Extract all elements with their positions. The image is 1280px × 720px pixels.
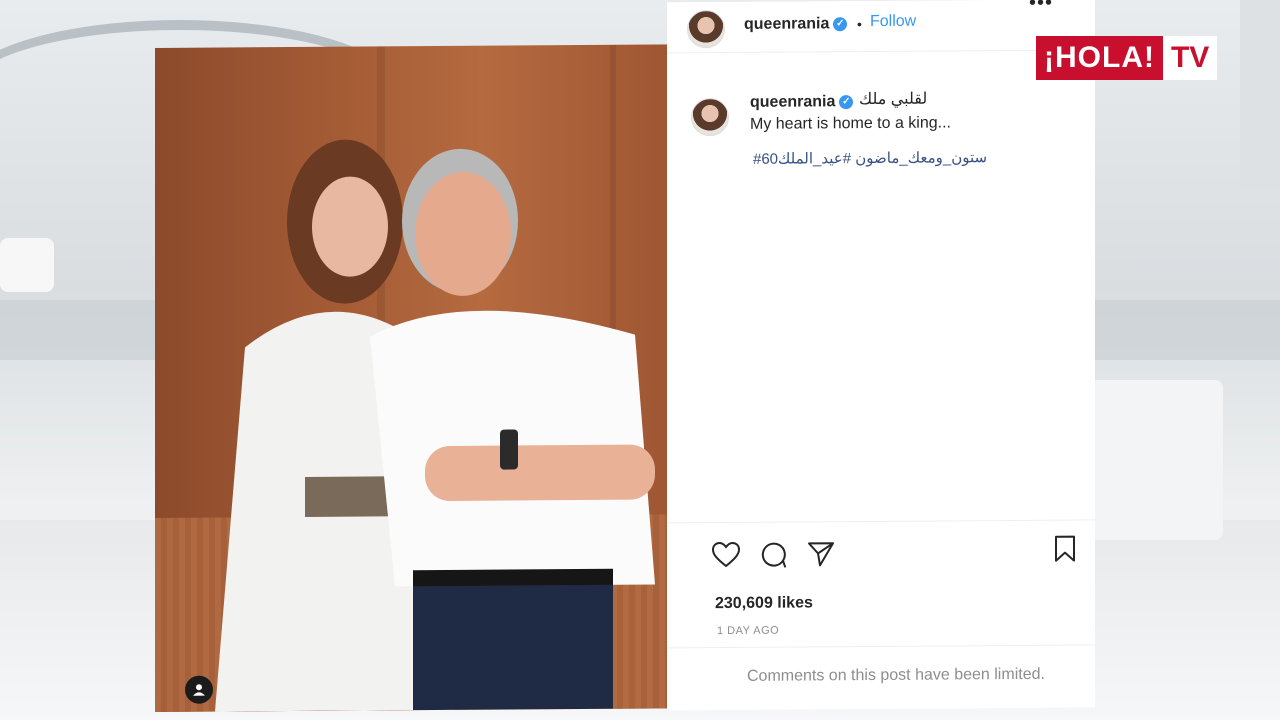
woman-face	[312, 176, 388, 277]
man-belt	[413, 568, 613, 587]
comments-limited-notice: Comments on this post have been limited.	[747, 665, 1045, 685]
photo-figures	[215, 139, 655, 712]
caption-english: My heart is home to a king...	[750, 114, 951, 133]
avatar[interactable]	[687, 10, 725, 49]
post-header: queenrania ✓ • Follow •••	[667, 0, 1095, 54]
user-icon[interactable]	[185, 675, 213, 704]
verified-badge-icon: ✓	[833, 16, 848, 32]
heart-icon[interactable]	[711, 541, 741, 569]
background-light-panel	[0, 238, 54, 292]
verified-badge-icon: ✓	[839, 94, 854, 109]
instagram-post: queenrania ✓ • Follow ••• queenrania ✓ لقل…	[155, 0, 1095, 714]
man-face	[415, 171, 511, 296]
header-username[interactable]: queenrania ✓	[744, 15, 848, 34]
bookmark-icon[interactable]	[1053, 535, 1077, 563]
logo-tv: TV	[1162, 36, 1218, 80]
background-pillar	[1240, 0, 1280, 190]
separator-dot: •	[857, 16, 862, 33]
more-options-button[interactable]: •••	[1029, 0, 1053, 15]
username-text[interactable]: queenrania	[744, 15, 829, 33]
send-icon[interactable]	[807, 540, 835, 568]
comment-icon[interactable]	[759, 541, 787, 569]
username-text[interactable]: queenrania	[750, 93, 835, 111]
logo-hola: ¡HOLA!	[1036, 36, 1163, 80]
man-watch	[500, 429, 518, 470]
background-seat-block	[1088, 380, 1223, 540]
post-actions: 230,609 likes 1 DAY AGO	[667, 519, 1095, 654]
post-sidepanel: queenrania ✓ • Follow ••• queenrania ✓ لقل…	[667, 0, 1095, 711]
man-crossed-arms	[425, 444, 655, 501]
likes-count[interactable]: 230,609 likes	[715, 594, 813, 613]
caption-username[interactable]: queenrania ✓	[750, 93, 854, 112]
man-trousers	[413, 578, 613, 711]
caption-hashtags[interactable]: #ستون_ومعك_ماضون #عيد_الملك60	[753, 148, 987, 168]
hola-tv-logo: ¡HOLA! TV	[1036, 36, 1218, 80]
comments-section: Comments on this post have been limited.	[667, 644, 1095, 709]
post-date: 1 DAY AGO	[717, 624, 780, 638]
caption-arabic: لقلبي ملك	[859, 90, 928, 109]
avatar[interactable]	[691, 97, 729, 137]
post-photo[interactable]	[155, 44, 700, 712]
follow-button[interactable]: Follow	[870, 13, 916, 31]
